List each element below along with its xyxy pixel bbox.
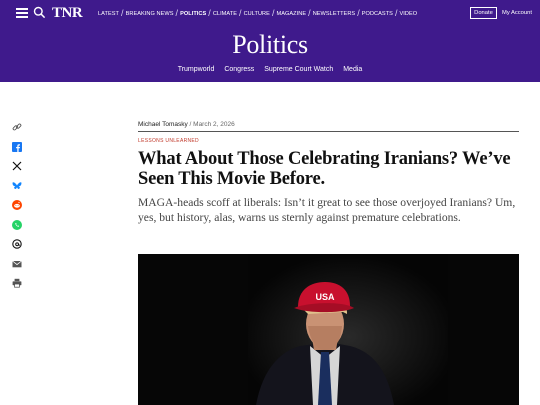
nav-item-breaking-news[interactable]: Breaking News <box>126 11 174 17</box>
subnav-item-trumpworld[interactable]: Trumpworld <box>178 66 215 73</box>
nav-item-video[interactable]: Video <box>400 11 418 17</box>
article-headline: What About Those Celebrating Iranians? W… <box>138 149 511 189</box>
author-link[interactable]: Michael Tomasky <box>138 121 188 128</box>
nav-separator: / <box>271 8 275 18</box>
article-dek: MAGA-heads scoff at liberals: Isn’t it g… <box>138 196 516 224</box>
subnav-item-congress[interactable]: Congress <box>224 66 254 73</box>
byline-divider <box>138 131 519 132</box>
lead-photo: USA <box>138 254 519 405</box>
byline: Michael Tomasky / March 2, 2026 <box>138 120 235 129</box>
facebook-icon[interactable] <box>11 141 23 154</box>
nav-item-magazine[interactable]: Magazine <box>277 11 307 17</box>
nav-separator: / <box>308 8 311 18</box>
kicker-label[interactable]: Lessons Unlearned <box>138 138 199 145</box>
x-icon[interactable] <box>11 161 23 173</box>
share-bar <box>11 121 23 298</box>
donate-button[interactable]: Donate <box>470 7 497 19</box>
print-icon[interactable] <box>11 278 23 290</box>
link-icon[interactable] <box>11 122 23 134</box>
main-nav: Latest / Breaking News / Politics / Climate / Cu… <box>98 9 417 19</box>
nav-separator: / <box>357 8 360 18</box>
section-subnav: Trumpworld Congress Supreme Court Watch … <box>0 65 540 75</box>
search-icon[interactable] <box>33 6 46 19</box>
my-account-link[interactable]: My Account <box>502 9 532 18</box>
nav-item-newsletters[interactable]: Newsletters <box>313 11 356 17</box>
whatsapp-icon[interactable] <box>11 219 23 232</box>
threads-icon[interactable] <box>11 239 23 251</box>
cap-text: USA <box>315 292 335 302</box>
nav-separator: / <box>239 8 242 18</box>
site-logo[interactable]: TNR <box>52 5 83 22</box>
nav-item-politics[interactable]: Politics <box>180 11 206 17</box>
nav-separator: / <box>394 8 398 18</box>
bluesky-icon[interactable] <box>11 181 23 193</box>
publish-date: March 2, 2026 <box>193 121 235 128</box>
nav-separator: / <box>208 8 211 18</box>
nav-item-latest[interactable]: Latest <box>98 11 119 17</box>
nav-item-culture[interactable]: Culture <box>244 11 270 17</box>
top-bar: TNR Latest / Breaking News / Politics / Climat… <box>0 0 540 27</box>
nav-separator: / <box>121 8 124 18</box>
section-title[interactable]: Politics <box>0 30 540 60</box>
section-header: Politics Trumpworld Congress Supreme Cou… <box>0 27 540 82</box>
menu-icon[interactable] <box>16 8 28 18</box>
reddit-icon[interactable] <box>11 200 23 212</box>
email-icon[interactable] <box>11 259 23 271</box>
nav-item-climate[interactable]: Climate <box>213 11 237 17</box>
subnav-item-supreme-court-watch[interactable]: Supreme Court Watch <box>264 66 333 73</box>
nav-separator: / <box>175 8 179 18</box>
nav-item-podcasts[interactable]: Podcasts <box>362 11 393 17</box>
subnav-item-media[interactable]: Media <box>343 66 362 73</box>
